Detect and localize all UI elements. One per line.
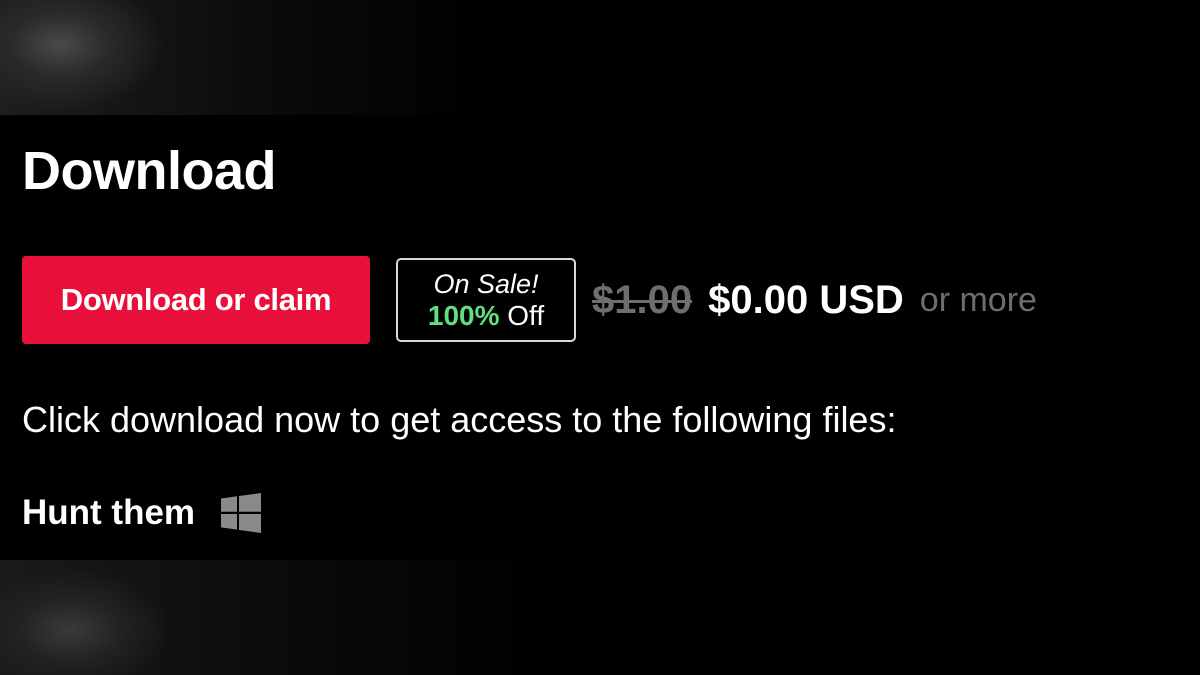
section-title: Download [22, 141, 276, 201]
sale-off-label: Off [507, 300, 545, 331]
download-or-claim-button[interactable]: Download or claim [22, 256, 370, 344]
original-price: $1.00 [592, 277, 693, 322]
blurred-background-top [0, 0, 1200, 115]
file-list-item: Hunt them [22, 490, 262, 536]
sale-badge-label: On Sale! [433, 269, 539, 299]
blurred-background-bottom [0, 560, 1200, 675]
sale-badge: On Sale! 100% Off [396, 258, 576, 342]
purchase-row: Download or claim On Sale! 100% Off $1.0… [22, 256, 1037, 344]
download-instructions: Click download now to get access to the … [22, 399, 897, 440]
sale-percent: 100% [427, 300, 500, 331]
windows-icon [221, 493, 262, 533]
sale-badge-discount: 100% Off [428, 300, 544, 332]
screenshot-frame: Download Download or claim On Sale! 100%… [0, 0, 1200, 675]
current-price: $0.00 USD [708, 277, 904, 322]
file-name: Hunt them [22, 493, 196, 532]
or-more-label: or more [919, 280, 1037, 319]
